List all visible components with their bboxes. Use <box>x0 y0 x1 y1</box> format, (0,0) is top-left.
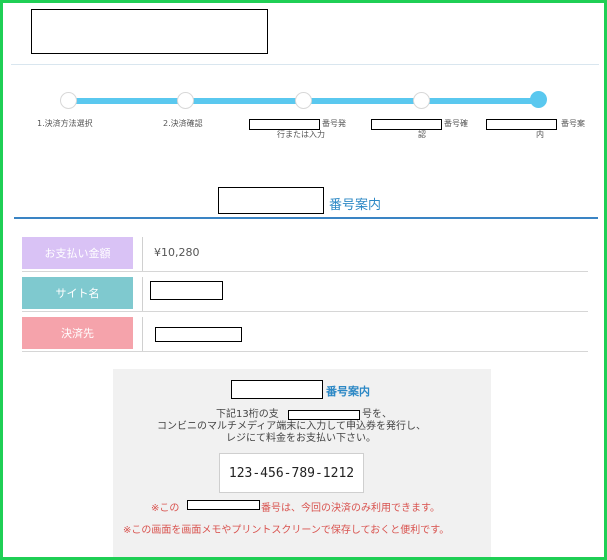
row-divider <box>142 277 143 311</box>
step-3-dot <box>295 92 312 109</box>
step-5-label-redacted <box>486 119 557 130</box>
guide-line1-redacted <box>288 410 360 420</box>
step-3-label-line2: 行または入力 <box>277 130 325 139</box>
step-4-dot <box>413 92 430 109</box>
step-1-label: 1.決済方法選択 <box>37 119 93 128</box>
step-2-dot <box>177 92 194 109</box>
amount-value: ¥10,280 <box>154 246 200 259</box>
row-bottom-rule <box>22 351 588 352</box>
guide-title-redacted <box>231 380 323 399</box>
payment-guide-box: 番号案内 下記13桁の支 号を、 コンビニのマルチメディア端末に入力して申込券を… <box>113 369 491 557</box>
note2: ※この画面を画面メモやプリントスクリーンで保存しておくと便利です。 <box>123 525 450 536</box>
step-4-label-tail: 番号確 <box>444 119 468 128</box>
step-2-label: 2.決済確認 <box>163 119 203 128</box>
guide-title: 番号案内 <box>326 385 370 398</box>
header-divider <box>11 64 599 65</box>
page-title-redacted <box>218 187 324 214</box>
row-bottom-rule <box>22 271 588 272</box>
step-3-label-tail: 番号発 <box>322 119 346 128</box>
site-name-redacted <box>150 281 223 300</box>
guide-line1-head: 下記13桁の支 <box>216 409 279 420</box>
merchant-label: 決済先 <box>22 317 133 349</box>
step-5-label-line2: 内 <box>536 130 544 139</box>
info-row-amount: お支払い金額 ¥10,280 <box>22 237 588 272</box>
step-5-label-tail: 番号案 <box>561 119 585 128</box>
row-divider <box>142 317 143 351</box>
info-row-site: サイト名 <box>22 277 588 312</box>
note1-redacted <box>187 500 260 510</box>
title-rule <box>14 217 598 219</box>
row-bottom-rule <box>22 311 588 312</box>
note1-head: ※この <box>151 503 180 514</box>
step-4-label-line2: 認 <box>418 130 426 139</box>
page-frame: 1.決済方法選択 2.決済確認 番号発 行または入力 番号確 認 番号案 内 番… <box>0 0 607 560</box>
site-name-label: サイト名 <box>22 277 133 309</box>
step-5-dot <box>530 91 547 108</box>
merchant-redacted <box>155 327 242 342</box>
guide-line3: レジにて料金をお支払い下さい。 <box>226 433 376 444</box>
guide-line2: コンビニのマルチメディア端末に入力して申込券を発行し、 <box>157 421 426 432</box>
info-row-merchant: 決済先 <box>22 317 588 352</box>
guide-line1-tail: 号を、 <box>362 409 392 420</box>
payment-number: 123-456-789-1212 <box>219 453 364 493</box>
page-title: 番号案内 <box>329 198 382 213</box>
row-divider <box>142 237 143 271</box>
step-4-label-redacted <box>371 119 442 130</box>
logo-redacted <box>31 9 268 54</box>
step-1-dot <box>60 92 77 109</box>
amount-label: お支払い金額 <box>22 237 133 269</box>
note1-tail: 番号は、今回の決済のみ利用できます。 <box>261 503 440 514</box>
